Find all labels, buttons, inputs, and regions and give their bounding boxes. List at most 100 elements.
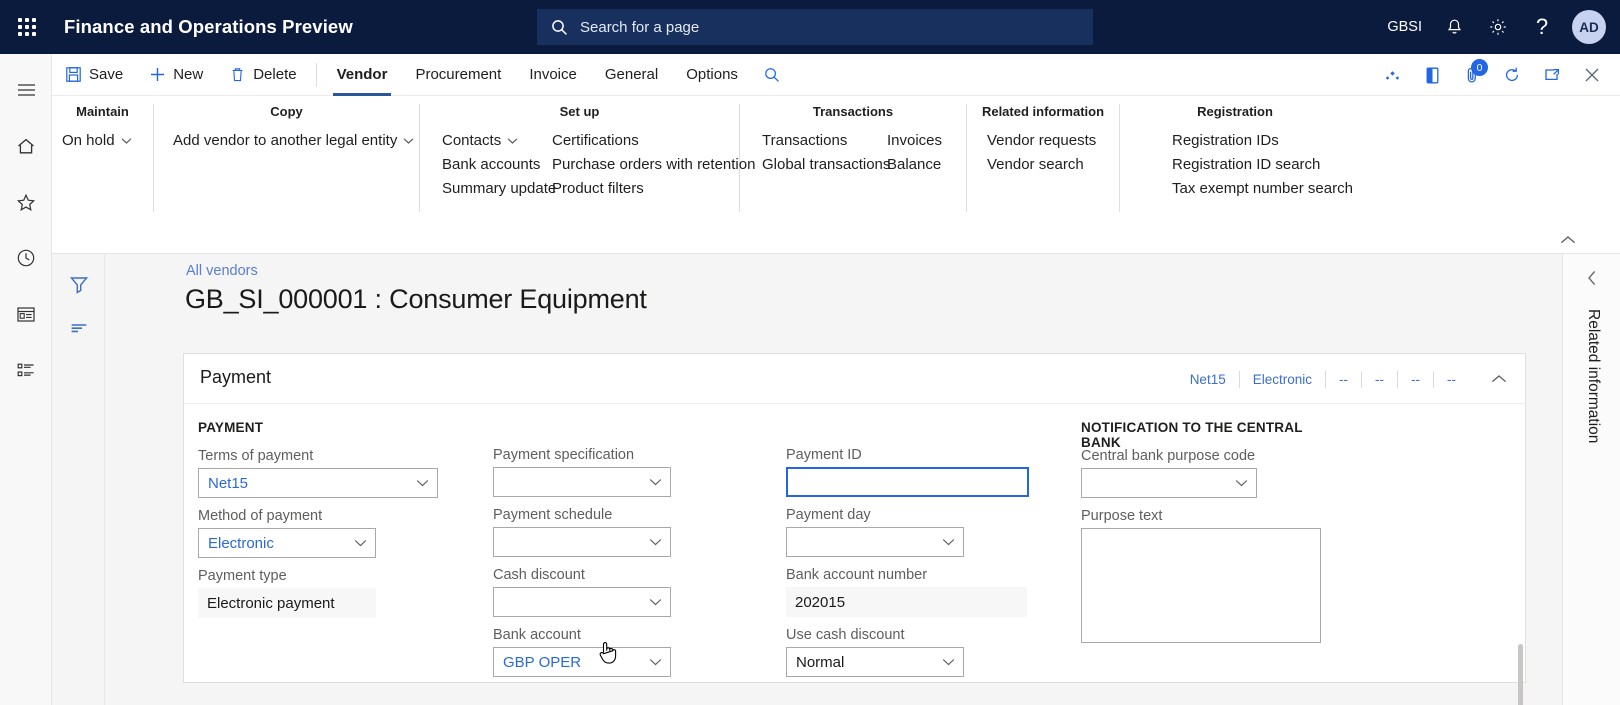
open-in-new-window-icon[interactable] [1532, 54, 1572, 96]
avatar[interactable]: AD [1572, 10, 1606, 44]
action-pane-collapse-strip [52, 226, 1620, 254]
chevron-down-icon [354, 539, 367, 548]
modules-icon[interactable] [0, 346, 52, 394]
share-icon[interactable] [1372, 54, 1412, 96]
breadcrumb[interactable]: All vendors [186, 263, 258, 279]
action-registration-id-search[interactable]: Registration ID search [1162, 153, 1363, 177]
action-pane: Maintain On hold Copy Add vendor to anot… [52, 96, 1620, 226]
field-cash-discount: Cash discount [493, 567, 673, 617]
chevron-up-icon[interactable] [1554, 228, 1582, 252]
method-of-payment-combobox[interactable]: Electronic [198, 528, 376, 558]
fast-tab-header[interactable]: Payment Net15 Electronic -- -- -- -- [184, 354, 1525, 404]
command-bar-actions: 0 [1372, 54, 1612, 96]
related-information-panel[interactable]: Related information [1562, 254, 1620, 705]
chevron-down-icon [649, 598, 662, 607]
chevron-down-icon [403, 137, 414, 145]
tab-general[interactable]: General [591, 54, 672, 96]
vertical-scrollbar-thumb[interactable] [1518, 644, 1523, 705]
page-title: GB_SI_000001 : Consumer Equipment [185, 284, 647, 314]
field-value: Electronic payment [207, 594, 335, 612]
central-bank-purpose-code-combobox[interactable] [1081, 468, 1257, 498]
gear-icon[interactable] [1476, 0, 1520, 54]
field-terms-of-payment: Terms of payment Net15 [198, 448, 438, 498]
action-transactions[interactable]: Transactions [752, 129, 877, 153]
action-vendor-search[interactable]: Vendor search [977, 153, 1106, 177]
clock-icon[interactable] [0, 234, 52, 282]
attachments-icon[interactable]: 0 [1452, 54, 1492, 96]
left-navigation-rail [0, 54, 52, 705]
new-button[interactable]: New [136, 54, 216, 96]
save-button[interactable]: Save [52, 54, 136, 96]
action-group-transactions: Transactions Transactions Global transac… [740, 104, 967, 212]
payment-specification-combobox[interactable] [493, 467, 671, 497]
workspace-icon[interactable] [0, 290, 52, 338]
payment-schedule-combobox[interactable] [493, 527, 671, 557]
purpose-text-textarea[interactable] [1081, 528, 1321, 643]
payment-day-combobox[interactable] [786, 527, 964, 557]
payment-type-value: Electronic payment [198, 588, 376, 618]
summary-value-4[interactable]: -- [1362, 372, 1397, 387]
sort-lines-icon[interactable] [52, 306, 105, 350]
summary-value-6[interactable]: -- [1434, 372, 1469, 387]
action-certifications[interactable]: Certifications [542, 129, 765, 153]
payment-id-input[interactable] [786, 467, 1029, 497]
action-label: On hold [62, 132, 115, 149]
action-vendor-requests[interactable]: Vendor requests [977, 129, 1106, 153]
action-bank-accounts[interactable]: Bank accounts [432, 153, 542, 177]
delete-label: Delete [253, 66, 297, 83]
question-mark-icon[interactable]: ? [1520, 0, 1564, 54]
tab-procurement[interactable]: Procurement [401, 54, 515, 96]
action-summary-update[interactable]: Summary update [432, 177, 556, 201]
use-cash-discount-combobox[interactable]: Normal [786, 647, 964, 677]
field-value: Net15 [208, 474, 249, 492]
refresh-icon[interactable] [1492, 54, 1532, 96]
field-use-cash-discount: Use cash discount Normal [786, 627, 1031, 677]
cash-discount-combobox[interactable] [493, 587, 671, 617]
terms-of-payment-combobox[interactable]: Net15 [198, 468, 438, 498]
field-label: Payment specification [493, 447, 635, 463]
search-placeholder: Search for a page [580, 18, 700, 36]
page-content: All vendors GB_SI_000001 : Consumer Equi… [105, 254, 1562, 705]
action-invoices[interactable]: Invoices [877, 129, 952, 153]
tab-invoice[interactable]: Invoice [515, 54, 591, 96]
tab-options[interactable]: Options [672, 54, 752, 96]
summary-value-5[interactable]: -- [1398, 372, 1433, 387]
action-group-setup: Set up Contacts Bank accounts Summary up… [420, 104, 755, 212]
hamburger-icon[interactable] [0, 66, 52, 114]
close-icon[interactable] [1572, 54, 1612, 96]
chevron-down-icon [649, 658, 662, 667]
action-global-transactions[interactable]: Global transactions [752, 153, 890, 177]
action-on-hold[interactable]: On hold [52, 129, 142, 153]
action-registration-ids[interactable]: Registration IDs [1162, 129, 1363, 153]
action-product-filters[interactable]: Product filters [542, 177, 765, 201]
form-column-2: Payment specification Payment schedule C… [493, 447, 673, 687]
tab-vendor[interactable]: Vendor [323, 54, 402, 96]
field-value: 202015 [795, 593, 846, 611]
summary-terms-of-payment[interactable]: Net15 [1177, 372, 1239, 387]
search-input[interactable]: Search for a page [537, 9, 1093, 45]
action-purchase-orders-with-retention[interactable]: Purchase orders with retention [542, 153, 765, 177]
action-add-vendor-to-another-legal-entity[interactable]: Add vendor to another legal entity [154, 129, 424, 153]
action-group-copy: Copy Add vendor to another legal entity [154, 104, 420, 212]
action-balance[interactable]: Balance [877, 153, 952, 177]
chevron-down-icon [416, 479, 429, 488]
action-contacts[interactable]: Contacts [432, 129, 542, 153]
office-app-icon[interactable] [1412, 54, 1452, 96]
app-launcher-icon[interactable] [0, 0, 54, 54]
bell-icon[interactable] [1432, 0, 1476, 54]
summary-value-3[interactable]: -- [1326, 372, 1361, 387]
group-header-notification-to-the-central-bank: NOTIFICATION TO THE CENTRAL BANK [1081, 420, 1303, 450]
bank-account-combobox[interactable]: GBP OPER [493, 647, 671, 677]
star-icon[interactable] [0, 178, 52, 226]
field-payment-day: Payment day [786, 507, 1031, 557]
action-tax-exempt-number-search[interactable]: Tax exempt number search [1162, 177, 1363, 201]
delete-button[interactable]: Delete [216, 54, 309, 96]
chevron-up-icon[interactable] [1487, 367, 1511, 391]
home-icon[interactable] [0, 122, 52, 170]
search-icon[interactable] [752, 54, 792, 96]
filter-icon[interactable] [52, 262, 105, 306]
action-group-title: Set up [559, 104, 600, 119]
summary-method-of-payment[interactable]: Electronic [1240, 372, 1325, 387]
company-selector[interactable]: GBSI [1377, 0, 1432, 54]
chevron-left-icon[interactable] [1580, 266, 1604, 290]
